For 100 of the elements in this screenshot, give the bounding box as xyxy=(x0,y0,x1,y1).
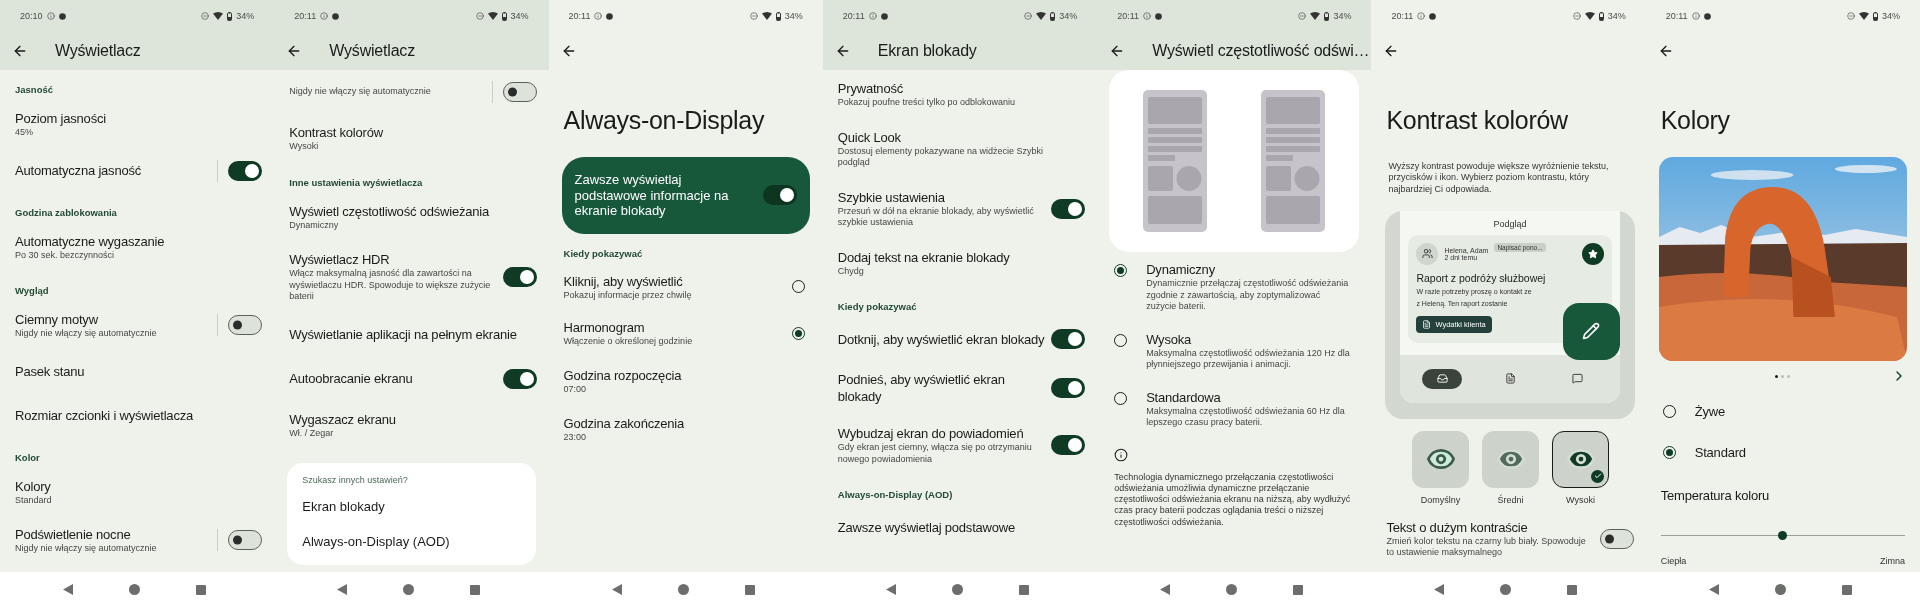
back-nav-icon[interactable] xyxy=(1708,584,1719,595)
section-header: Godzina zablokowania xyxy=(14,205,118,220)
recents-nav-icon[interactable] xyxy=(196,584,206,595)
back-nav-icon[interactable] xyxy=(1160,584,1171,595)
setting-title[interactable]: Kontrast kolorów xyxy=(289,124,537,141)
setting-title[interactable]: Poziom jasności xyxy=(15,110,263,127)
contrast-option[interactable] xyxy=(1552,430,1610,488)
home-nav-icon[interactable] xyxy=(1226,584,1238,595)
toggle-switch[interactable] xyxy=(1599,528,1634,549)
back-button[interactable] xyxy=(12,43,28,59)
contrast-option[interactable] xyxy=(1412,430,1470,488)
setting-title[interactable]: Kolory xyxy=(15,477,263,495)
option-title[interactable]: Wysoka xyxy=(1146,330,1360,348)
home-nav-icon[interactable] xyxy=(129,584,140,595)
battery-icon xyxy=(1872,11,1878,21)
setting-title[interactable]: Temperatura koloru xyxy=(1660,486,1908,504)
do-not-disturb-icon xyxy=(1024,12,1033,20)
toggle-switch[interactable] xyxy=(502,368,537,389)
setting-title[interactable]: Automatyczne wygaszanie xyxy=(15,232,263,250)
contrast-label: Wysoki xyxy=(1566,494,1595,505)
home-nav-icon[interactable] xyxy=(403,584,415,595)
toggle-switch[interactable] xyxy=(228,160,263,181)
back-nav-icon[interactable] xyxy=(611,584,622,595)
setting-title[interactable]: Dotknij, aby wyświetlić ekran blokady xyxy=(837,330,1052,348)
star-button[interactable] xyxy=(1581,242,1604,265)
info-icon xyxy=(46,12,55,20)
recents-nav-icon[interactable] xyxy=(1841,584,1852,595)
section-header: Kiedy pokazywać xyxy=(836,300,918,314)
page-title: Kontrast kolorów xyxy=(1385,105,1569,136)
setting-title[interactable]: Wyświetlanie aplikacji na pełnym ekranie xyxy=(289,326,537,343)
back-nav-icon[interactable] xyxy=(337,584,348,595)
setting-summary: Nigdy nie włączy się automatycznie xyxy=(289,86,432,98)
people-icon xyxy=(1421,248,1433,260)
toggle-switch[interactable] xyxy=(502,266,537,287)
setting-title[interactable]: Podnieś, aby wyświetlić ekran blokady xyxy=(837,371,1052,405)
setting-title[interactable]: Dodaj tekst na ekranie blokady xyxy=(837,248,1086,266)
option-title[interactable]: Dynamiczny xyxy=(1146,261,1360,278)
setting-summary: 07:00 xyxy=(563,383,588,395)
inbox-icon xyxy=(1436,373,1448,385)
home-nav-icon[interactable] xyxy=(677,584,689,595)
description-text: Technologia dynamicznego przełączania częstotliwości odświeżania umożliwia dynamiczne przełączanie częstotliwości odświeżania ekranu na niższą, aby wydłużyć czas pracy baterii podczas oglądania treści o niższej częstotliwości odświeżania. xyxy=(1113,470,1352,529)
back-nav-icon[interactable] xyxy=(885,584,896,595)
contrast-label: Domyślny xyxy=(1420,494,1461,505)
recents-nav-icon[interactable] xyxy=(1567,584,1578,595)
setting-title[interactable]: Autoobracanie ekranu xyxy=(289,370,503,387)
setting-title[interactable]: Rozmiar czcionki i wyświetlacza xyxy=(15,407,263,424)
battery-percent: 34% xyxy=(236,11,255,21)
recents-nav-icon[interactable] xyxy=(470,584,481,595)
option-title[interactable]: Standard xyxy=(1694,444,1908,461)
toggle-switch[interactable] xyxy=(228,530,263,551)
notification-icon xyxy=(1703,12,1711,20)
option-title[interactable]: Standardowa xyxy=(1146,388,1360,406)
setting-title[interactable]: Wygaszacz ekranu xyxy=(289,410,537,428)
back-nav-icon[interactable] xyxy=(1434,584,1445,595)
setting-title[interactable]: Zawsze wyświetlaj podstawowe xyxy=(837,518,1086,536)
setting-title[interactable]: Pasek stanu xyxy=(15,363,263,380)
wifi-icon xyxy=(1310,12,1321,20)
toggle-switch[interactable] xyxy=(762,185,797,206)
suggestion-link[interactable]: Always-on-Display (AOD) xyxy=(287,524,536,559)
slider-thumb[interactable] xyxy=(1778,531,1788,540)
setting-title[interactable]: Prywatność xyxy=(837,80,1086,97)
toggle-switch[interactable] xyxy=(1051,329,1086,349)
toggle-switch[interactable] xyxy=(228,315,263,336)
setting-title[interactable]: Wybudzaj ekran do powiadomień xyxy=(837,425,1052,442)
setting-title[interactable]: Godzina zakończenia xyxy=(563,415,811,432)
recents-nav-icon[interactable] xyxy=(1018,584,1029,595)
setting-title[interactable]: Quick Look xyxy=(837,128,1086,146)
back-nav-icon[interactable] xyxy=(63,584,73,595)
toggle-switch[interactable] xyxy=(1051,378,1086,398)
tab-button[interactable] xyxy=(1422,368,1463,389)
notification-icon xyxy=(880,12,888,20)
toggle-switch[interactable] xyxy=(1051,435,1086,455)
battery-icon xyxy=(1050,11,1056,21)
setting-title[interactable]: Wyświetl częstotliwość odświeżania xyxy=(289,202,537,220)
option-title[interactable]: Harmonogram xyxy=(563,319,792,336)
home-nav-icon[interactable] xyxy=(1774,584,1786,595)
status-time: 20:11 xyxy=(1391,11,1414,21)
setting-title[interactable]: Podświetlenie nocne xyxy=(15,526,210,543)
setting-title[interactable]: Automatyczna jasność xyxy=(15,162,210,179)
setting-summary: Po 30 sek. bezczynności xyxy=(15,249,116,261)
setting-title[interactable]: Wyświetlacz HDR xyxy=(289,251,503,268)
home-nav-icon[interactable] xyxy=(951,584,963,595)
main-switch-card[interactable]: Zawsze wyświetlaj podstawowe informacje na ekranie blokady xyxy=(561,157,810,234)
setting-summary: Nigdy nie włączy się automatycznie xyxy=(15,328,158,340)
recents-nav-icon[interactable] xyxy=(1293,584,1304,595)
option-summary: Dynamicznie przełączaj częstotliwość odświeżania zgodnie z zawartością, aby zoptymalizować zużycie baterii. xyxy=(1146,278,1350,313)
setting-title[interactable]: Tekst o dużym kontraście xyxy=(1386,518,1600,536)
wifi-icon xyxy=(213,12,224,20)
toggle-switch[interactable] xyxy=(502,82,537,102)
suggestion-link[interactable]: Ekran blokady xyxy=(287,489,536,524)
battery-percent: 34% xyxy=(1059,11,1078,21)
toggle-switch[interactable] xyxy=(1051,198,1086,219)
setting-title[interactable]: Ciemny motyw xyxy=(15,311,210,328)
setting-title[interactable]: Szybkie ustawienia xyxy=(837,188,1052,206)
setting-title[interactable]: Godzina rozpoczęcia xyxy=(563,366,811,384)
recents-nav-icon[interactable] xyxy=(744,584,755,595)
option-title[interactable]: Kliknij, aby wyświetlić xyxy=(563,272,792,290)
battery-icon xyxy=(1324,11,1330,21)
option-title[interactable]: Żywe xyxy=(1694,403,1908,420)
home-nav-icon[interactable] xyxy=(1500,584,1512,595)
